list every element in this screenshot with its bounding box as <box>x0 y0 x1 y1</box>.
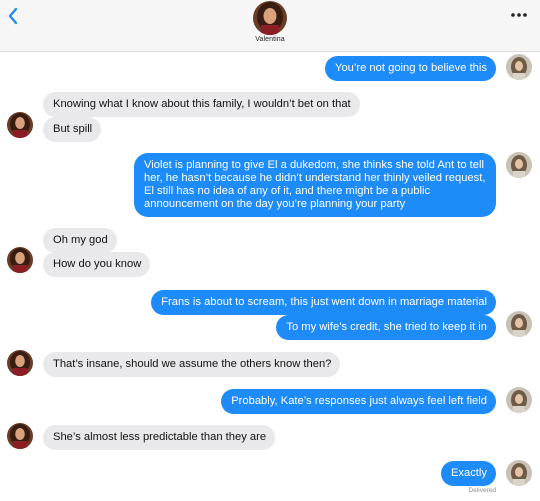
ellipsis-icon <box>511 13 527 17</box>
contact-avatar-small <box>7 247 33 273</box>
contact-avatar-small <box>7 350 33 376</box>
outgoing-message[interactable]: Frans is about to scream, this just went… <box>151 290 496 315</box>
sender-avatar <box>506 387 532 413</box>
outgoing-message[interactable]: Exactly <box>440 461 496 486</box>
incoming-message[interactable]: Oh my god <box>43 228 117 253</box>
outgoing-message[interactable]: You’re not going to believe this <box>325 56 496 81</box>
sender-avatar <box>506 311 532 337</box>
incoming-message[interactable]: But spill <box>43 117 102 142</box>
incoming-message[interactable]: Knowing what I know about this family, I… <box>43 92 360 117</box>
contact-avatar <box>253 1 287 35</box>
incoming-message[interactable]: How do you know <box>43 252 151 277</box>
conversation-header: Valentina <box>0 0 540 52</box>
incoming-message[interactable]: She’s almost less predictable than they … <box>43 425 276 450</box>
incoming-message[interactable]: That’s insane, should we assume the othe… <box>43 352 341 377</box>
sender-avatar <box>506 152 532 178</box>
sender-avatar <box>506 54 532 80</box>
contact-avatar-small <box>7 423 33 449</box>
sender-avatar <box>506 460 532 486</box>
outgoing-message[interactable]: To my wife’s credit, she tried to keep i… <box>276 315 496 340</box>
more-button[interactable] <box>506 6 532 24</box>
outgoing-message[interactable]: Violet is planning to give El a dukedom,… <box>134 153 496 217</box>
contact-info-button[interactable]: Valentina <box>0 0 540 43</box>
outgoing-message[interactable]: Probably, Kate’s responses just always f… <box>221 389 496 414</box>
delivery-status: Delivered <box>468 487 496 494</box>
contact-avatar-small <box>7 112 33 138</box>
contact-name: Valentina <box>255 36 285 43</box>
